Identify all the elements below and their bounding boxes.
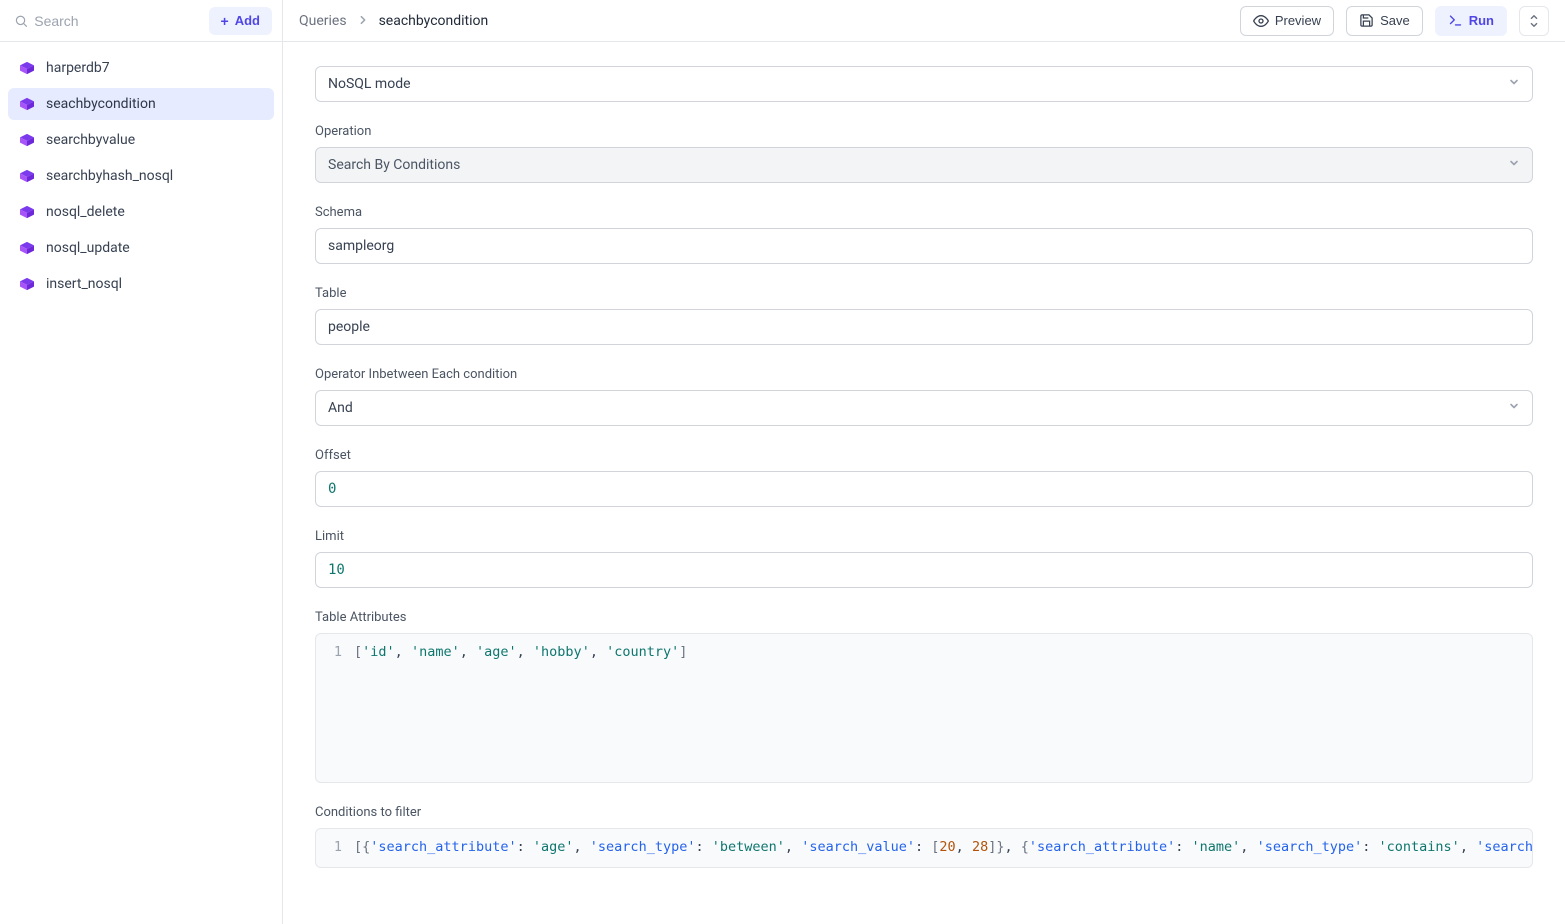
breadcrumb: Queries seachbycondition — [299, 13, 488, 29]
form: NoSQL mode Operation Search By Condition… — [315, 66, 1533, 868]
run-button[interactable]: Run — [1435, 6, 1507, 36]
sidebar-list: harperdb7 seachbycondition searchbyvalue se… — [0, 42, 282, 310]
mode-value: NoSQL mode — [328, 76, 411, 92]
limit-value: 10 — [328, 562, 345, 578]
sidebar-item-insert_nosql[interactable]: insert_nosql — [8, 268, 274, 300]
chevrons-icon — [1528, 14, 1540, 28]
code-content: ['id', 'name', 'age', 'hobby', 'country'… — [354, 642, 699, 664]
sidebar-item-nosql_delete[interactable]: nosql_delete — [8, 196, 274, 228]
datasource-icon — [18, 205, 36, 219]
chevron-down-icon — [1508, 400, 1520, 416]
sidebar-item-searchbyvalue[interactable]: searchbyvalue — [8, 124, 274, 156]
operator-label: Operator Inbetween Each condition — [315, 367, 1533, 382]
operator-field: Operator Inbetween Each condition And — [315, 367, 1533, 426]
schema-field: Schema sampleorg — [315, 205, 1533, 264]
operation-field: Operation Search By Conditions — [315, 124, 1533, 183]
preview-button[interactable]: Preview — [1240, 6, 1334, 36]
breadcrumb-sep-icon — [359, 13, 367, 29]
schema-value: sampleorg — [328, 238, 394, 254]
sidebar-item-searchbyhash_nosql[interactable]: searchbyhash_nosql — [8, 160, 274, 192]
sidebar-item-nosql_update[interactable]: nosql_update — [8, 232, 274, 264]
topbar: Queries seachbycondition Preview Save Ru… — [283, 0, 1565, 42]
breadcrumb-current: seachbycondition — [379, 13, 489, 29]
offset-input[interactable]: 0 — [315, 471, 1533, 507]
table-label: Table — [315, 286, 1533, 301]
operation-value: Search By Conditions — [328, 157, 460, 173]
limit-field: Limit 10 — [315, 529, 1533, 588]
sidebar-item-harperdb7[interactable]: harperdb7 — [8, 52, 274, 84]
content: NoSQL mode Operation Search By Condition… — [283, 42, 1565, 924]
sidebar-item-label: nosql_delete — [46, 204, 125, 220]
code-content: [{'search_attribute': 'age', 'search_typ… — [354, 837, 1532, 859]
sidebar-item-label: searchbyvalue — [46, 132, 135, 148]
table-input[interactable]: people — [315, 309, 1533, 345]
conditions-label: Conditions to filter — [315, 805, 1533, 820]
main: Queries seachbycondition Preview Save Ru… — [283, 0, 1565, 924]
datasource-icon — [18, 133, 36, 147]
sidebar-item-label: seachbycondition — [46, 96, 156, 112]
save-icon — [1359, 13, 1374, 28]
offset-value: 0 — [328, 481, 336, 497]
datasource-icon — [18, 241, 36, 255]
save-button[interactable]: Save — [1346, 6, 1423, 36]
operation-select[interactable]: Search By Conditions — [315, 147, 1533, 183]
offset-label: Offset — [315, 448, 1533, 463]
sidebar: + Add harperdb7 seachbycondition searchbyv… — [0, 0, 283, 924]
search-icon — [14, 13, 28, 29]
operator-select[interactable]: And — [315, 390, 1533, 426]
table-field: Table people — [315, 286, 1533, 345]
datasource-icon — [18, 61, 36, 75]
table-attributes-label: Table Attributes — [315, 610, 1533, 625]
table-value: people — [328, 319, 370, 335]
conditions-editor[interactable]: 1 [{'search_attribute': 'age', 'search_t… — [315, 828, 1533, 868]
search-input[interactable] — [34, 13, 196, 29]
schema-label: Schema — [315, 205, 1533, 220]
chevron-down-icon — [1508, 157, 1520, 173]
limit-input[interactable]: 10 — [315, 552, 1533, 588]
preview-label: Preview — [1275, 13, 1321, 28]
operator-value: And — [328, 400, 353, 416]
code-gutter: 1 — [316, 642, 354, 664]
limit-label: Limit — [315, 529, 1533, 544]
table-attributes-editor[interactable]: 1 ['id', 'name', 'age', 'hobby', 'countr… — [315, 633, 1533, 783]
run-label: Run — [1469, 13, 1494, 28]
save-label: Save — [1380, 13, 1410, 28]
sidebar-item-label: searchbyhash_nosql — [46, 168, 173, 184]
code-gutter: 1 — [316, 837, 354, 859]
sidebar-item-seachbycondition[interactable]: seachbycondition — [8, 88, 274, 120]
conditions-field: Conditions to filter 1 [{'search_attribu… — [315, 805, 1533, 868]
sidebar-item-label: harperdb7 — [46, 60, 110, 76]
add-button[interactable]: + Add — [209, 7, 272, 35]
schema-input[interactable]: sampleorg — [315, 228, 1533, 264]
eye-icon — [1253, 13, 1269, 29]
sidebar-item-label: nosql_update — [46, 240, 130, 256]
add-button-label: Add — [235, 13, 260, 28]
sidebar-item-label: insert_nosql — [46, 276, 122, 292]
breadcrumb-root[interactable]: Queries — [299, 13, 347, 29]
collapse-toggle-button[interactable] — [1519, 6, 1549, 36]
datasource-icon — [18, 277, 36, 291]
search-wrap[interactable] — [10, 9, 201, 33]
plus-icon: + — [221, 14, 229, 28]
mode-field: NoSQL mode — [315, 66, 1533, 102]
datasource-icon — [18, 97, 36, 111]
datasource-icon — [18, 169, 36, 183]
mode-select[interactable]: NoSQL mode — [315, 66, 1533, 102]
offset-field: Offset 0 — [315, 448, 1533, 507]
table-attributes-field: Table Attributes 1 ['id', 'name', 'age',… — [315, 610, 1533, 783]
operation-label: Operation — [315, 124, 1533, 139]
sidebar-top: + Add — [0, 0, 282, 42]
run-icon — [1448, 13, 1463, 28]
chevron-down-icon — [1508, 76, 1520, 92]
